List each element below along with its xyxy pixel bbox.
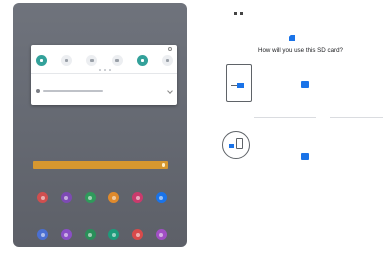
- airplane-icon: [165, 58, 170, 63]
- wifi-icon: [39, 58, 44, 63]
- bluetooth-icon: [115, 58, 119, 63]
- app-icon[interactable]: [60, 192, 72, 203]
- quick-settings-panel: [31, 45, 177, 105]
- app-icon[interactable]: [60, 229, 72, 240]
- page-title: How will you use this SD card?: [258, 47, 343, 54]
- bluetooth-tile-button[interactable]: [111, 55, 123, 66]
- sd-card-icon: [237, 83, 244, 88]
- portable-storage-illustration: [222, 131, 250, 159]
- wifi-tile-button[interactable]: [36, 55, 47, 66]
- tablet-home-screen: [13, 3, 187, 247]
- rotate-tile-button[interactable]: [86, 55, 98, 66]
- page-indicator: [99, 69, 111, 71]
- lock-icon: [140, 58, 144, 63]
- app-icon[interactable]: [37, 192, 48, 203]
- settings-gear-icon[interactable]: [168, 47, 172, 51]
- divider: [31, 73, 177, 74]
- app-icon[interactable]: [108, 192, 120, 203]
- status-icon: [240, 12, 243, 15]
- app-icon[interactable]: [155, 192, 167, 203]
- app-icons-row: [37, 192, 167, 203]
- dock-icons-row: [37, 229, 167, 240]
- quick-tiles-row: [36, 55, 173, 66]
- app-icon[interactable]: [37, 229, 48, 240]
- tablet-storage-button[interactable]: [301, 81, 309, 88]
- app-icon[interactable]: [84, 229, 96, 240]
- sound-tile-button[interactable]: [61, 55, 73, 66]
- sd-card-icon: [289, 35, 295, 41]
- portable-storage-button[interactable]: [301, 153, 309, 160]
- chevron-down-icon[interactable]: [167, 87, 173, 94]
- app-icon[interactable]: [132, 229, 144, 240]
- app-icon[interactable]: [155, 229, 167, 240]
- sound-icon: [65, 58, 69, 63]
- tablet-storage-illustration: [226, 64, 252, 102]
- airplane-tile-button[interactable]: [161, 55, 173, 66]
- google-search-bar[interactable]: [33, 161, 168, 169]
- app-icon[interactable]: [132, 192, 144, 203]
- app-icon[interactable]: [84, 192, 96, 203]
- phone-icon: [236, 138, 243, 149]
- mic-icon[interactable]: [162, 163, 165, 167]
- rotate-icon: [90, 58, 94, 63]
- status-bar: [231, 11, 243, 15]
- divider: [254, 117, 316, 118]
- sd-card-icon: [36, 88, 40, 93]
- sd-card-icon: [229, 144, 234, 148]
- divider: [330, 117, 383, 118]
- app-icon[interactable]: [108, 229, 120, 240]
- lock-tile-button[interactable]: [136, 55, 148, 66]
- status-icon: [234, 12, 237, 15]
- sd-card-notification[interactable]: [36, 87, 173, 94]
- notification-text: [43, 89, 103, 92]
- sd-card-setup-screen: How will you use this SD card?: [210, 0, 383, 255]
